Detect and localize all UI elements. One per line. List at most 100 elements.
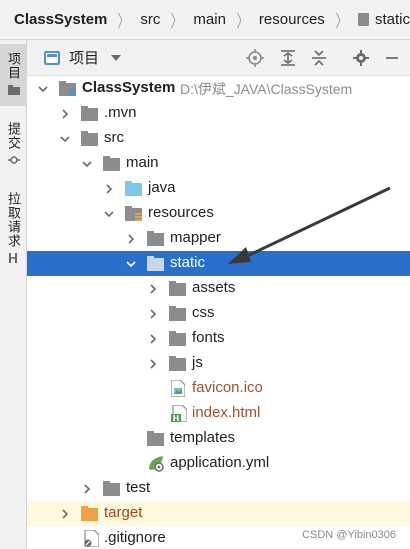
chevron-right-icon: 〉 bbox=[335, 12, 348, 31]
tree-row-js[interactable]: js bbox=[27, 351, 410, 376]
tree-row-favicon[interactable]: favicon.ico bbox=[27, 376, 410, 401]
tree-label: .mvn bbox=[104, 104, 137, 121]
view-selector-label[interactable]: 项目 bbox=[69, 47, 99, 68]
folder-icon bbox=[103, 156, 120, 171]
breadcrumb-item-resources[interactable]: resources bbox=[259, 11, 325, 28]
breadcrumb-item-static[interactable]: static bbox=[375, 11, 410, 28]
folder-icon bbox=[81, 131, 98, 146]
tree-label: index.html bbox=[192, 404, 261, 421]
commit-icon bbox=[7, 156, 20, 164]
tree-label: main bbox=[126, 154, 159, 171]
tree-label: .gitignore bbox=[104, 529, 166, 546]
tree-path-hint: D:\伊斌_JAVA\ClassSystem bbox=[180, 81, 353, 97]
tree-row-resources[interactable]: resources bbox=[27, 201, 410, 226]
chevron-right-icon[interactable] bbox=[125, 233, 137, 245]
resources-folder-icon bbox=[125, 206, 142, 221]
breadcrumb-item-main[interactable]: main bbox=[193, 11, 226, 28]
tree-label: src bbox=[104, 129, 124, 146]
chevron-right-icon: 〉 bbox=[170, 12, 183, 31]
tree-row-target[interactable]: target bbox=[27, 501, 410, 526]
folder-icon bbox=[169, 281, 186, 296]
collapse-all-icon[interactable] bbox=[309, 48, 329, 68]
folder-icon bbox=[169, 356, 186, 371]
chevron-right-icon: 〉 bbox=[236, 12, 249, 31]
tree-label: java bbox=[148, 179, 176, 196]
side-tab-pull-requests[interactable]: 拉取请求 bbox=[0, 188, 27, 272]
chevron-right-icon[interactable] bbox=[147, 283, 159, 295]
folder-icon bbox=[147, 256, 164, 271]
tree-row-application-yml[interactable]: application.yml bbox=[27, 451, 410, 476]
chevron-right-icon[interactable] bbox=[59, 508, 71, 520]
side-tab-commit[interactable]: 提交 bbox=[0, 116, 27, 176]
expand-all-icon[interactable] bbox=[278, 48, 298, 68]
folder-icon bbox=[357, 13, 369, 26]
chevron-right-icon[interactable] bbox=[147, 308, 159, 320]
watermark: CSDN @Yibin0306 bbox=[302, 529, 396, 541]
tree-row-templates[interactable]: templates bbox=[27, 426, 410, 451]
source-folder-icon bbox=[125, 181, 142, 196]
tree-row-css[interactable]: css bbox=[27, 301, 410, 326]
breadcrumb-item-project[interactable]: ClassSystem bbox=[14, 11, 107, 28]
breadcrumb: ClassSystem 〉 src 〉 main 〉 resources 〉 s… bbox=[0, 0, 410, 40]
svg-text:H: H bbox=[173, 414, 180, 422]
tree-label: css bbox=[192, 304, 215, 321]
chevron-down-icon[interactable] bbox=[111, 54, 122, 61]
tree-row-index[interactable]: H index.html bbox=[27, 401, 410, 426]
tree-label: fonts bbox=[192, 329, 225, 346]
tree-label: mapper bbox=[170, 229, 221, 246]
side-tab-project[interactable]: 项目 bbox=[0, 44, 27, 106]
module-folder-icon bbox=[59, 81, 76, 96]
chevron-right-icon[interactable] bbox=[147, 333, 159, 345]
tree-label: assets bbox=[192, 279, 236, 296]
folder-icon bbox=[81, 106, 98, 121]
tree-row-root[interactable]: ClassSystem D:\伊斌_JAVA\ClassSystem bbox=[27, 76, 410, 101]
side-tab-label: 拉取请求 bbox=[6, 192, 21, 248]
chevron-down-icon[interactable] bbox=[59, 133, 71, 145]
tree-row-mapper[interactable]: mapper bbox=[27, 226, 410, 251]
side-tab-label: 提交 bbox=[6, 122, 21, 150]
project-toolbar: 项目 bbox=[27, 40, 410, 76]
crosshair-icon[interactable] bbox=[245, 48, 265, 68]
breadcrumb-item-src[interactable]: src bbox=[140, 11, 160, 28]
chevron-down-icon[interactable] bbox=[81, 158, 93, 170]
folder-icon bbox=[147, 431, 164, 446]
html-file-icon: H bbox=[171, 405, 187, 422]
excluded-folder-icon bbox=[81, 506, 98, 521]
chevron-right-icon: 〉 bbox=[117, 12, 130, 31]
tree-row-static[interactable]: static bbox=[27, 251, 410, 276]
tree-row-src[interactable]: src bbox=[27, 126, 410, 151]
folder-icon bbox=[7, 85, 20, 95]
tree-label: static bbox=[170, 254, 206, 271]
tree-label: favicon.ico bbox=[192, 379, 263, 396]
tree-row-test[interactable]: test bbox=[27, 476, 410, 501]
chevron-right-icon[interactable] bbox=[59, 108, 71, 120]
tree-label: target bbox=[104, 504, 143, 521]
minimize-icon[interactable] bbox=[382, 48, 402, 68]
chevron-down-icon[interactable] bbox=[37, 83, 49, 95]
project-view-icon bbox=[44, 50, 60, 65]
chevron-right-icon[interactable] bbox=[103, 183, 115, 195]
tree-label: resources bbox=[148, 204, 214, 221]
tree-row-mvn[interactable]: .mvn bbox=[27, 101, 410, 126]
tree-label: ClassSystem bbox=[82, 79, 176, 96]
tree-label: test bbox=[126, 479, 151, 496]
chevron-right-icon[interactable] bbox=[147, 358, 159, 370]
chevron-down-icon[interactable] bbox=[125, 258, 137, 270]
chevron-down-icon[interactable] bbox=[103, 208, 115, 220]
tree-row-fonts[interactable]: fonts bbox=[27, 326, 410, 351]
tree-label: application.yml bbox=[170, 454, 270, 471]
pull-request-icon bbox=[8, 253, 17, 263]
folder-icon bbox=[147, 231, 164, 246]
gear-icon[interactable] bbox=[351, 48, 371, 68]
image-file-icon bbox=[171, 380, 185, 397]
tree-row-java[interactable]: java bbox=[27, 176, 410, 201]
ignore-file-icon bbox=[84, 530, 99, 547]
tool-window-strip: 项目 提交 拉取请求 bbox=[0, 40, 27, 549]
folder-icon bbox=[169, 306, 186, 321]
chevron-right-icon[interactable] bbox=[81, 483, 93, 495]
side-tab-label: 项目 bbox=[6, 52, 21, 80]
tree-row-assets[interactable]: assets bbox=[27, 276, 410, 301]
folder-icon bbox=[169, 331, 186, 346]
folder-icon bbox=[103, 481, 120, 496]
tree-row-main[interactable]: main bbox=[27, 151, 410, 176]
